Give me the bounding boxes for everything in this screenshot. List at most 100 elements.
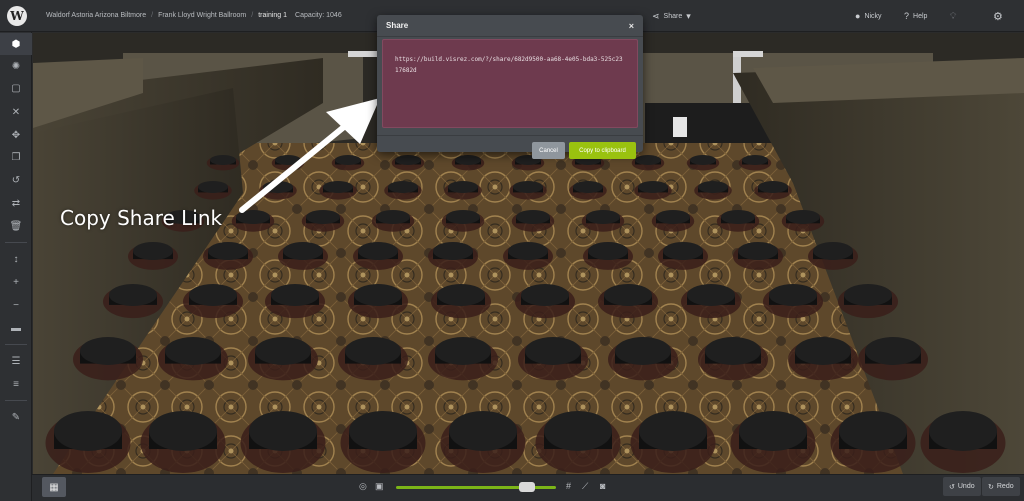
- round-table[interactable]: [508, 242, 548, 260]
- tool-height[interactable]: ↕: [0, 248, 32, 270]
- round-table[interactable]: [758, 181, 788, 193]
- round-table[interactable]: [544, 411, 612, 451]
- round-table[interactable]: [165, 337, 221, 365]
- round-table[interactable]: [844, 284, 892, 306]
- tool-stack[interactable]: ☰: [0, 350, 32, 372]
- round-table[interactable]: [604, 284, 652, 306]
- round-table[interactable]: [615, 337, 671, 365]
- round-table[interactable]: [742, 155, 768, 165]
- round-table[interactable]: [525, 337, 581, 365]
- target-icon[interactable]: ◎: [359, 481, 367, 492]
- grid-icon[interactable]: #: [566, 481, 571, 491]
- help-button[interactable]: ? Help: [904, 0, 927, 32]
- sun-icon: ✺: [11, 60, 21, 72]
- breadcrumb-room[interactable]: Frank Lloyd Wright Ballroom: [158, 12, 246, 19]
- undo-button[interactable]: ↺ Undo: [943, 477, 981, 496]
- frame-icon[interactable]: ▣: [375, 481, 384, 492]
- round-table[interactable]: [433, 242, 473, 260]
- trash-icon: 🗑︎: [9, 220, 23, 232]
- round-table[interactable]: [513, 181, 543, 193]
- cancel-button[interactable]: Cancel: [532, 142, 565, 159]
- round-table[interactable]: [638, 181, 668, 193]
- round-table[interactable]: [271, 284, 319, 306]
- round-table[interactable]: [133, 242, 173, 260]
- round-table[interactable]: [109, 284, 157, 306]
- round-table[interactable]: [189, 284, 237, 306]
- app-logo[interactable]: W: [0, 0, 34, 32]
- round-table[interactable]: [516, 210, 550, 224]
- round-table[interactable]: [435, 337, 491, 365]
- tool-edit[interactable]: ✎: [0, 406, 32, 428]
- round-table[interactable]: [149, 411, 217, 451]
- round-table[interactable]: [656, 210, 690, 224]
- tool-add[interactable]: +: [0, 271, 32, 293]
- tool-copy[interactable]: ❐: [0, 146, 32, 168]
- camera-icon[interactable]: ◙: [600, 481, 605, 491]
- round-table[interactable]: [283, 242, 323, 260]
- round-table[interactable]: [929, 411, 997, 451]
- share-url-field[interactable]: https://build.visrez.com/?/share/682d950…: [382, 39, 638, 128]
- round-table[interactable]: [255, 337, 311, 365]
- round-table[interactable]: [698, 181, 728, 193]
- copy-to-clipboard-button[interactable]: Copy to clipboard: [569, 142, 636, 159]
- layers-icon: ≡: [13, 378, 19, 390]
- redo-icon: ↻: [988, 483, 994, 491]
- user-menu-button[interactable]: ● Nicky: [855, 0, 882, 32]
- round-table[interactable]: [446, 210, 480, 224]
- round-table[interactable]: [80, 337, 136, 365]
- round-table[interactable]: [586, 210, 620, 224]
- round-table[interactable]: [690, 155, 716, 165]
- zoom-slider-handle[interactable]: [519, 482, 536, 492]
- round-table[interactable]: [813, 242, 853, 260]
- map-view-button[interactable]: ▦: [42, 477, 66, 497]
- round-table[interactable]: [358, 242, 398, 260]
- round-table[interactable]: [786, 210, 820, 224]
- round-table[interactable]: [521, 284, 569, 306]
- tape-icon[interactable]: ⟋: [582, 481, 588, 492]
- round-table[interactable]: [455, 155, 481, 165]
- redo-button[interactable]: ↻ Redo: [982, 477, 1020, 496]
- round-table[interactable]: [354, 284, 402, 306]
- tool-lighting[interactable]: ✺: [0, 55, 32, 77]
- tool-rotate[interactable]: ↺: [0, 169, 32, 191]
- settings-button[interactable]: ⚙: [993, 0, 1003, 32]
- tool-deselect[interactable]: ✕: [0, 101, 32, 123]
- round-table[interactable]: [448, 181, 478, 193]
- close-icon[interactable]: ×: [629, 21, 634, 31]
- round-table[interactable]: [769, 284, 817, 306]
- round-table[interactable]: [839, 411, 907, 451]
- share-menu-button[interactable]: ⋖ Share ▾: [652, 0, 691, 32]
- tool-3d-view[interactable]: ⬢: [0, 33, 32, 55]
- tool-move[interactable]: ✥: [0, 124, 32, 146]
- round-table[interactable]: [663, 242, 703, 260]
- tool-delete[interactable]: 🗑︎: [0, 215, 32, 237]
- round-table[interactable]: [639, 411, 707, 451]
- tool-swap[interactable]: ⇄: [0, 192, 32, 214]
- round-table[interactable]: [249, 411, 317, 451]
- round-table[interactable]: [449, 411, 517, 451]
- tool-layers[interactable]: ≡: [0, 373, 32, 395]
- tool-select-box[interactable]: ▢: [0, 77, 32, 99]
- round-table[interactable]: [349, 411, 417, 451]
- round-table[interactable]: [865, 337, 921, 365]
- round-table[interactable]: [739, 411, 807, 451]
- round-table[interactable]: [635, 155, 661, 165]
- round-table[interactable]: [721, 210, 755, 224]
- round-table[interactable]: [198, 181, 228, 193]
- round-table[interactable]: [345, 337, 401, 365]
- round-table[interactable]: [437, 284, 485, 306]
- round-table[interactable]: [738, 242, 778, 260]
- round-table[interactable]: [573, 181, 603, 193]
- round-table[interactable]: [588, 242, 628, 260]
- breadcrumb-venue[interactable]: Waldorf Astoria Arizona Biltmore: [46, 12, 146, 19]
- round-table[interactable]: [208, 242, 248, 260]
- map-icon: ▦: [49, 481, 59, 493]
- lightbulb-button[interactable]: 💡︎: [950, 0, 956, 32]
- round-table[interactable]: [54, 411, 122, 451]
- round-table[interactable]: [687, 284, 735, 306]
- breadcrumb-layout[interactable]: training 1: [258, 12, 287, 19]
- tool-measure[interactable]: ▬: [0, 317, 32, 339]
- round-table[interactable]: [795, 337, 851, 365]
- tool-remove[interactable]: −: [0, 294, 32, 316]
- round-table[interactable]: [705, 337, 761, 365]
